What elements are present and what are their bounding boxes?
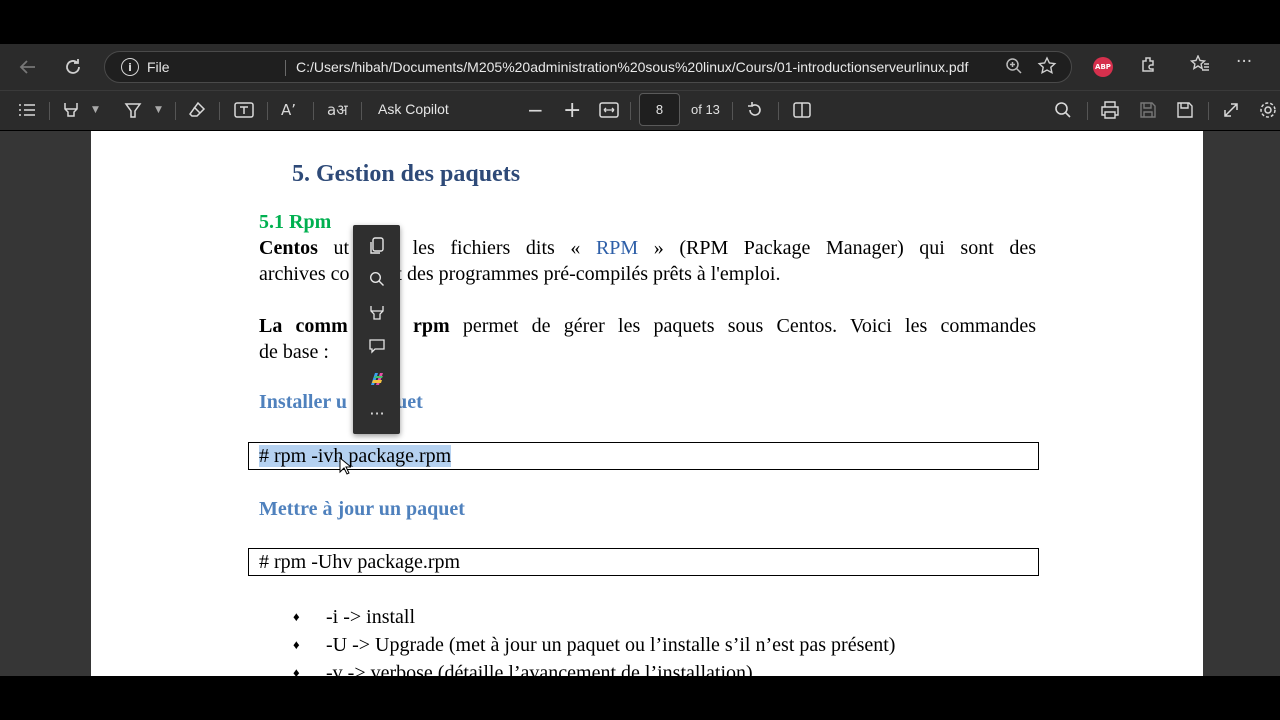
section-heading: 5. Gestion des paquets — [292, 161, 521, 187]
print-icon[interactable] — [1100, 99, 1120, 121]
address-separator — [285, 60, 286, 76]
draw-icon[interactable] — [124, 99, 142, 121]
refresh-icon[interactable] — [59, 53, 87, 81]
text-fragment: ant des programmes pré-compilés prêts à … — [377, 263, 781, 285]
fit-width-icon[interactable] — [599, 99, 619, 121]
toolbar-divider — [219, 102, 220, 120]
toolbar-divider — [313, 102, 314, 120]
eraser-icon[interactable] — [188, 99, 206, 121]
extensions-icon[interactable] — [1140, 55, 1158, 78]
more-options-icon[interactable]: ··· — [366, 402, 388, 424]
update-command-box: # rpm -Uhv package.rpm — [248, 548, 1039, 576]
pdf-page: 5. Gestion des paquets 5.1 Rpm Centos ut… — [91, 131, 1203, 676]
text-box-icon[interactable] — [234, 99, 254, 121]
toolbar-divider — [267, 102, 268, 120]
zoom-out-button[interactable]: − — [527, 98, 544, 122]
toolbar-divider — [1087, 102, 1088, 120]
address-bar[interactable]: i File C:/Users/hibah/Documents/M205%20a… — [104, 51, 1072, 83]
list-item: ♦ -i -> install — [293, 603, 895, 631]
text-fragment: ut — [317, 237, 350, 259]
toolbar-divider — [732, 102, 733, 120]
list-item-text: -U -> Upgrade (met à jour un paquet ou l… — [326, 633, 896, 656]
highlight-icon[interactable] — [62, 99, 80, 121]
expand-icon[interactable] — [1222, 99, 1240, 121]
page-number-input[interactable]: 8 — [639, 93, 680, 126]
list-item-text: -i -> install — [326, 605, 416, 628]
pdf-toolbar: ▼ ▼ A’ aअ Ask Copilot − + 8 of 13 — [0, 90, 1280, 130]
toolbar-divider — [175, 102, 176, 120]
list-item-text: -v -> verbose (détaille l’avancement de … — [326, 661, 753, 677]
save-as-icon[interactable] — [1176, 99, 1194, 121]
total-pages-label: of 13 — [691, 102, 720, 117]
rotate-icon[interactable] — [746, 99, 764, 121]
abp-extension-icon[interactable]: ABP — [1093, 57, 1113, 77]
settings-gear-icon[interactable] — [1259, 99, 1277, 121]
info-icon[interactable]: i — [121, 58, 139, 76]
more-icon[interactable]: ··· — [1236, 52, 1252, 72]
read-aloud-icon[interactable]: A’ — [281, 99, 296, 121]
rpm-term: RPM — [595, 237, 639, 259]
text-fragment: les fichiers dits « — [397, 237, 596, 259]
list-item: ♦ -U -> Upgrade (met à jour un paquet ou … — [293, 631, 895, 659]
mouse-cursor-icon — [339, 457, 351, 475]
favorite-star-icon[interactable] — [1037, 56, 1057, 81]
page-view-icon[interactable] — [793, 99, 811, 121]
save-icon[interactable] — [1139, 99, 1157, 121]
back-icon[interactable] — [14, 53, 42, 81]
toolbar-divider — [49, 102, 50, 120]
toolbar-divider — [630, 102, 631, 120]
pdf-viewer[interactable]: 5. Gestion des paquets 5.1 Rpm Centos ut… — [0, 131, 1280, 676]
zoom-icon[interactable] — [1005, 57, 1023, 79]
ask-copilot-button[interactable]: Ask Copilot — [378, 101, 449, 117]
install-command-box: # rpm -ivh package.rpm — [248, 442, 1039, 470]
browser-toolbar: i File C:/Users/hibah/Documents/M205%20a… — [0, 44, 1280, 90]
subsection-heading: 5.1 Rpm — [259, 211, 332, 233]
search-icon[interactable] — [1054, 99, 1072, 121]
text-fragment: archives co — [259, 263, 350, 285]
toolbar-divider — [1208, 102, 1209, 120]
command-bold: rpm — [399, 315, 450, 337]
list-item: ♦ -v -> verbose (détaille l’avancement de… — [293, 659, 895, 677]
highlight-icon[interactable] — [366, 302, 388, 324]
favorites-icon[interactable] — [1189, 54, 1210, 78]
url-text[interactable]: C:/Users/hibah/Documents/M205%20administ… — [296, 59, 968, 75]
scheme-label: File — [147, 59, 170, 75]
selected-text[interactable]: # rpm -ivh package.rpm — [259, 445, 452, 467]
diamond-bullet-icon: ♦ — [293, 609, 300, 624]
command-text: # rpm -Uhv package.rpm — [259, 551, 461, 573]
translate-icon[interactable]: aअ — [327, 99, 348, 121]
centos-bold: Centos — [259, 237, 318, 259]
zoom-in-button[interactable]: + — [563, 98, 581, 123]
text-fragment: permet de gérer les paquets sous Centos.… — [449, 315, 1036, 337]
toolbar-divider — [361, 102, 362, 120]
copilot-icon[interactable] — [366, 368, 388, 390]
diamond-bullet-icon: ♦ — [293, 637, 300, 652]
update-heading: Mettre à jour un paquet — [259, 498, 465, 520]
comment-icon[interactable] — [366, 335, 388, 357]
letterbox-bottom — [0, 676, 1280, 720]
command-bold: La comm — [259, 315, 348, 337]
options-list: ♦ -i -> install ♦ -U -> Upgrade (met à jou… — [293, 603, 895, 677]
text-fragment: » (RPM Package Manager) qui sont des — [638, 237, 1036, 259]
draw-chevron-down-icon[interactable]: ▼ — [155, 99, 162, 121]
copy-icon[interactable] — [366, 235, 388, 257]
toolbar-divider — [778, 102, 779, 120]
text-fragment: Installer u — [259, 391, 347, 413]
diamond-bullet-icon: ♦ — [293, 665, 300, 676]
selection-context-toolbar: ··· — [353, 225, 400, 434]
highlight-chevron-down-icon[interactable]: ▼ — [92, 99, 99, 121]
search-icon[interactable] — [366, 268, 388, 290]
contents-icon[interactable] — [18, 99, 36, 121]
